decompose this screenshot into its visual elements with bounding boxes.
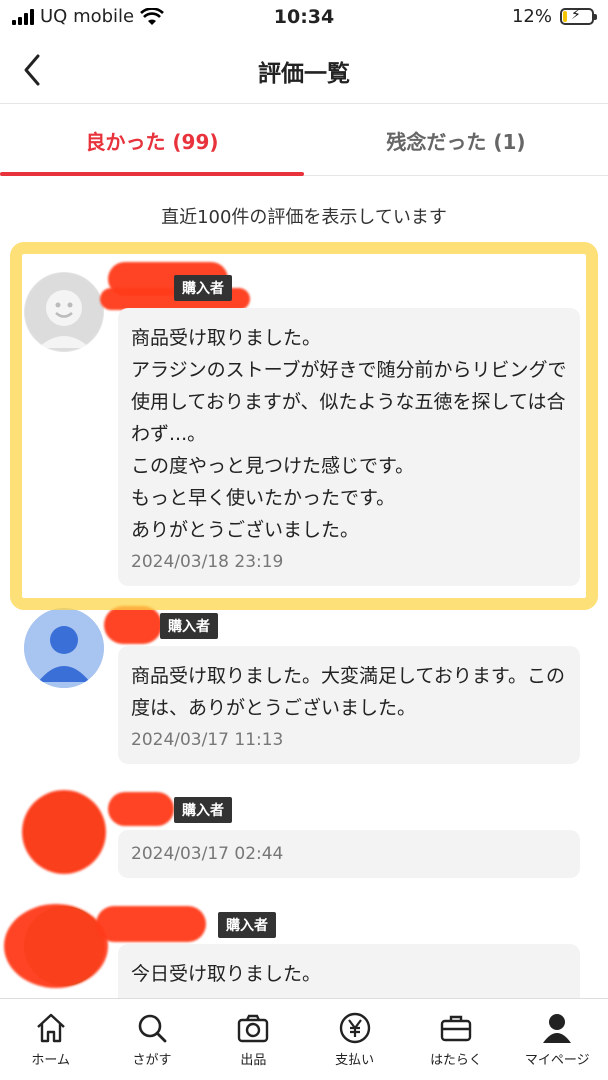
- redacted-username: [96, 906, 206, 942]
- nav-label: 出品: [240, 1053, 267, 1068]
- highlight-annotation: [10, 242, 598, 610]
- review-bubble: 2024/03/17 02:44: [118, 830, 580, 878]
- review-date: 2024/03/17 02:44: [131, 844, 284, 864]
- camera-icon: [238, 1014, 269, 1043]
- buyer-badge: 購入者: [160, 613, 218, 639]
- bottom-nav: ホーム さがす 出品 支払い はたらく マイページ: [0, 998, 608, 1080]
- review-bubble: 商品受け取りました。大変満足しております。この度は、ありがとうございました。 2…: [118, 646, 580, 764]
- nav-home[interactable]: ホーム: [0, 999, 101, 1080]
- buyer-badge: 購入者: [218, 912, 276, 938]
- nav-label: ホーム: [31, 1053, 70, 1068]
- nav-search[interactable]: さがす: [101, 999, 202, 1080]
- buyer-badge: 購入者: [174, 797, 232, 823]
- review-text: 今日受け取りました。: [131, 963, 322, 985]
- nav-mypage[interactable]: マイページ: [507, 999, 608, 1080]
- person-avatar-icon: [24, 608, 104, 688]
- search-icon: [138, 1014, 167, 1043]
- nav-sell[interactable]: 出品: [203, 999, 304, 1080]
- nav-label: さがす: [132, 1053, 172, 1068]
- nav-label: はたらく: [430, 1053, 482, 1068]
- redacted-username: [108, 792, 174, 826]
- home-icon: [36, 1013, 65, 1043]
- person-icon: [543, 1014, 572, 1043]
- review-text: 商品受け取りました。大変満足しております。この度は、ありがとうございました。: [131, 665, 565, 719]
- battery-icon: ⚡: [560, 7, 597, 25]
- yen-icon: [339, 1012, 370, 1044]
- briefcase-icon: [440, 1015, 472, 1042]
- tab-good[interactable]: 良かった (99): [0, 104, 304, 176]
- review-count-notice: 直近100件の評価を表示しています: [161, 207, 447, 228]
- tab-bad[interactable]: 残念だった (1): [304, 104, 608, 175]
- rating-tabs: 良かった (99) 残念だった (1): [0, 104, 608, 176]
- nav-payment[interactable]: 支払い: [304, 999, 405, 1080]
- redacted-username: [104, 606, 162, 644]
- avatar[interactable]: [24, 608, 104, 688]
- app-header: 評価一覧: [0, 36, 608, 104]
- battery-percent: 12%: [511, 6, 552, 27]
- nav-label: マイページ: [524, 1053, 590, 1068]
- nav-work[interactable]: はたらく: [405, 999, 506, 1080]
- redacted-avatar: [22, 790, 106, 874]
- nav-label: 支払い: [335, 1053, 375, 1068]
- review-date: 2024/03/17 11:13: [131, 730, 284, 750]
- redacted-avatar: [4, 904, 108, 988]
- status-bar: UQ mobile 10:34 12% ⚡: [0, 0, 608, 36]
- page-title: 評価一覧: [258, 61, 350, 87]
